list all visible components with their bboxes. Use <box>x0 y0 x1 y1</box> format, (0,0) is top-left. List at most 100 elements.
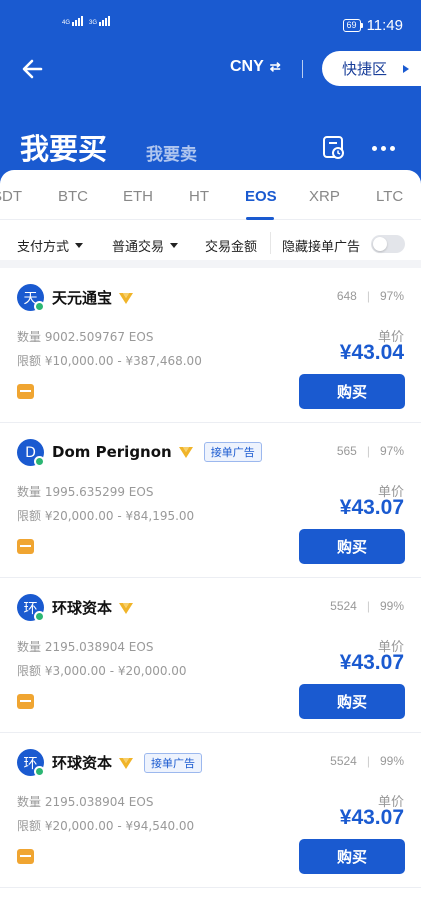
trade-type-filter[interactable]: 普通交易 <box>112 236 179 255</box>
tab-ltc[interactable]: LTC <box>376 188 403 205</box>
quantity-text: 数量 2195.038904 EOS <box>17 795 154 809</box>
buy-button[interactable]: 购买 <box>299 529 405 564</box>
buy-button[interactable]: 购买 <box>299 839 405 874</box>
quantity-text: 数量 9002.509767 EOS <box>17 330 154 344</box>
buy-button[interactable]: 购买 <box>299 374 405 409</box>
merchant-name-text: 天元通宝 <box>52 289 113 307</box>
filter-bar: 支付方式 普通交易 交易金额 隐藏接单广告 <box>0 220 421 268</box>
filter-label: 支付方式 <box>17 240 70 255</box>
currency-switch[interactable]: CNY ⇄ <box>230 58 281 76</box>
merchant-stats: 5524 | 99% <box>330 599 404 613</box>
completion-rate: 97% <box>379 289 404 303</box>
ad-badge: 接单广告 <box>203 442 262 462</box>
merchant-name-text: 环球资本 <box>52 754 113 772</box>
completion-rate: 97% <box>379 444 404 458</box>
merchant-name[interactable]: 环球资本 接单广告 <box>52 752 203 773</box>
filter-label: 交易金额 <box>205 240 258 255</box>
currency-label: CNY <box>230 58 264 75</box>
divider: | <box>366 289 370 303</box>
merchant-name[interactable]: 环球资本 <box>52 597 134 618</box>
hide-ads-label: 隐藏接单广告 <box>282 240 361 255</box>
offer-card: 环环球资本 接单广告 5524 | 99% 数量 2195.038904 EOS 限额 ¥2… <box>0 733 421 888</box>
network-type-label: 3G <box>89 20 98 26</box>
limit-text: 限额 ¥20,000.00 - ¥84,195.00 <box>17 509 195 523</box>
order-count: 5524 <box>330 599 357 613</box>
merchant-name-text: 环球资本 <box>52 599 113 617</box>
network-type-label: 4G <box>62 20 71 26</box>
merchant-stats: 565 | 97% <box>337 444 404 458</box>
offer-card: 环环球资本 5524 | 99% 数量 2195.038904 EOS 限额 ¥3,000… <box>0 578 421 733</box>
divider: | <box>366 754 370 768</box>
caret-down-icon <box>75 243 84 248</box>
status-bar: 4G 3G 69 11:49 <box>0 0 421 46</box>
offer-card: 天天元通宝 648 | 97% 数量 9002.509767 EOS 限额 ¥10,000… <box>0 268 421 423</box>
tab-xrp[interactable]: XRP <box>309 188 340 205</box>
bank-card-icon <box>17 694 34 709</box>
online-status-dot <box>34 301 45 312</box>
limit-text: 限额 ¥10,000.00 - ¥387,468.00 <box>17 354 202 368</box>
signal-icon: 4G <box>62 16 84 26</box>
bank-card-icon <box>17 849 34 864</box>
amount-filter[interactable]: 交易金额 <box>205 236 257 255</box>
offer-card: D Dom Perignon 接单广告 565 | 97% 数量 1995.635299 E… <box>0 423 421 578</box>
unit-price: ¥43.04 <box>339 341 404 364</box>
verified-v-icon <box>119 757 134 769</box>
tab-ht[interactable]: HT <box>189 188 209 205</box>
bank-card-icon <box>17 384 34 399</box>
order-count: 648 <box>336 289 357 303</box>
quick-zone-label: 快捷区 <box>342 60 388 78</box>
divider: | <box>366 599 370 613</box>
order-count: 565 <box>336 444 357 458</box>
limit-text: 限额 ¥3,000.00 - ¥20,000.00 <box>17 664 187 678</box>
signal-indicators: 4G 3G <box>62 16 111 26</box>
more-icon[interactable] <box>372 146 395 151</box>
clock: 11:49 <box>366 17 403 34</box>
swap-icon: ⇄ <box>269 59 281 74</box>
divider <box>302 60 303 78</box>
completion-rate: 99% <box>379 599 404 613</box>
coin-tabs: SDT BTC ETH HT EOS XRP LTC <box>0 170 421 220</box>
unit-price: ¥43.07 <box>339 806 404 829</box>
tab-usdt[interactable]: SDT <box>0 188 22 205</box>
merchant-name-text: Dom Perignon <box>52 443 172 461</box>
filter-label: 普通交易 <box>112 240 165 255</box>
quantity-text: 数量 2195.038904 EOS <box>17 640 154 654</box>
buy-button[interactable]: 购买 <box>299 684 405 719</box>
merchant-name[interactable]: 天元通宝 <box>52 287 134 308</box>
limit-text: 限额 ¥20,000.00 - ¥94,540.00 <box>17 819 195 833</box>
bank-card-icon <box>17 539 34 554</box>
unit-price: ¥43.07 <box>339 651 404 674</box>
battery-icon: 69 <box>342 19 363 32</box>
caret-down-icon <box>170 243 179 248</box>
quick-zone-button[interactable]: 快捷区 <box>322 51 421 86</box>
order-count: 5524 <box>330 754 357 768</box>
payment-method-filter[interactable]: 支付方式 <box>17 236 84 255</box>
divider: | <box>366 444 370 458</box>
content-panel: SDT BTC ETH HT EOS XRP LTC 支付方式 普通交易 交易金… <box>0 170 421 905</box>
online-status-dot <box>34 611 45 622</box>
merchant-stats: 5524 | 99% <box>330 754 404 768</box>
tab-btc[interactable]: BTC <box>58 188 88 205</box>
ad-badge: 接单广告 <box>144 752 203 773</box>
back-arrow-icon[interactable] <box>16 52 50 86</box>
divider <box>270 232 271 254</box>
tab-buy[interactable]: 我要买 <box>20 126 107 168</box>
tab-eos[interactable]: EOS <box>245 188 277 205</box>
completion-rate: 99% <box>379 754 404 768</box>
quantity-text: 数量 1995.635299 EOS <box>17 485 154 499</box>
unit-price: ¥43.07 <box>339 496 404 519</box>
tab-sell[interactable]: 我要卖 <box>146 140 197 165</box>
title-row: 我要买 我要卖 <box>0 90 421 166</box>
merchant-name[interactable]: Dom Perignon 接单广告 <box>52 442 262 462</box>
tab-eth[interactable]: ETH <box>123 188 153 205</box>
online-status-dot <box>34 456 45 467</box>
signal-icon: 3G <box>89 16 111 26</box>
verified-v-icon <box>119 602 134 614</box>
hide-ads-toggle[interactable] <box>371 235 405 253</box>
verified-v-icon <box>178 447 193 458</box>
online-status-dot <box>34 766 45 777</box>
merchant-stats: 648 | 97% <box>337 289 404 303</box>
top-nav: CNY ⇄ 快捷区 <box>0 46 421 90</box>
orders-icon[interactable] <box>320 134 346 160</box>
triangle-right-icon <box>403 64 410 73</box>
